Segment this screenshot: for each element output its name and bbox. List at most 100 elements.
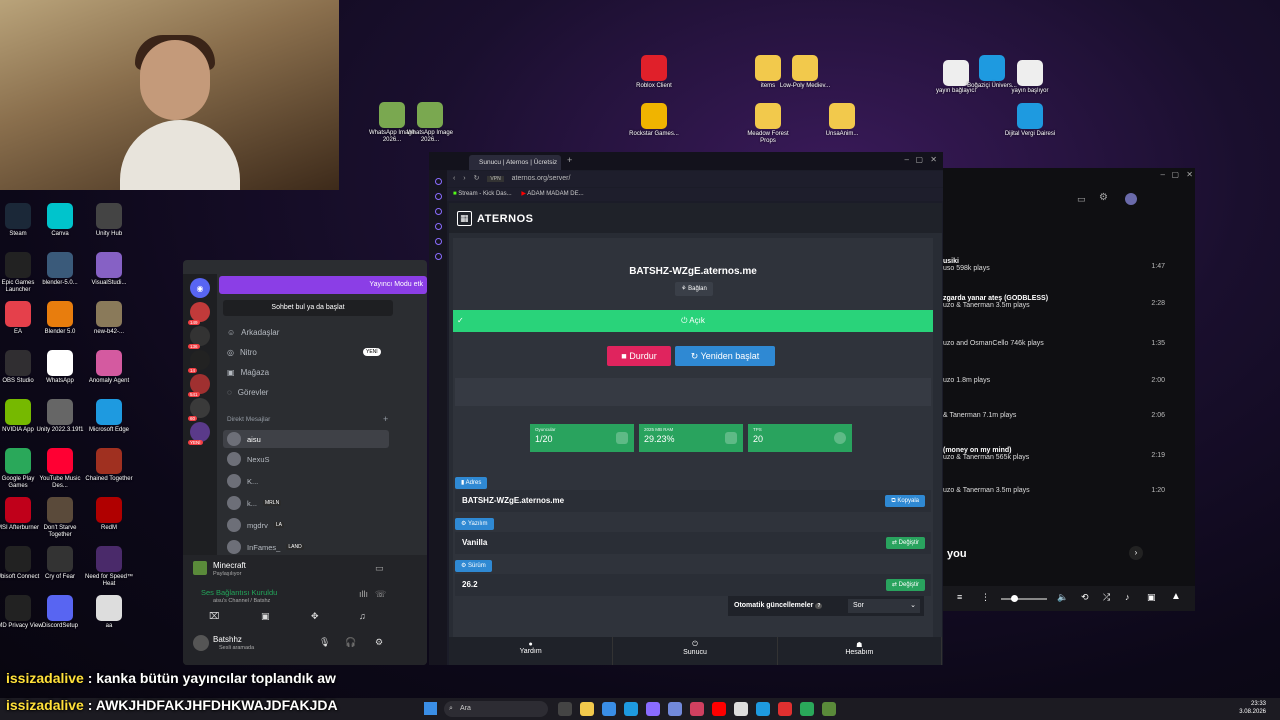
taskbar-clock[interactable]: 23:33 3.08.2026 — [1239, 700, 1266, 716]
desktop-icon[interactable]: Dijital Vergi Dairesi — [1004, 103, 1056, 138]
shuffle-icon[interactable]: ⤮ — [1103, 592, 1110, 603]
desktop-icon[interactable]: Chained Together — [83, 448, 135, 483]
sidebar-icon[interactable] — [434, 208, 442, 215]
nav-quests[interactable]: ◌ Görevler — [227, 388, 268, 397]
speaker-icon[interactable]: 🔈 — [1057, 592, 1068, 603]
desktop-icon[interactable]: yayın başlıyor — [1004, 60, 1056, 95]
desktop-icon[interactable]: Need for Speed™ Heat — [83, 546, 135, 588]
nav-help[interactable]: ● Yardım — [449, 637, 614, 665]
expand-icon[interactable]: ▲ — [1171, 591, 1181, 602]
desktop-icon[interactable]: Canva — [34, 203, 86, 238]
discord-server-icon[interactable]: 541 — [188, 374, 210, 397]
copy-button[interactable]: ⧉ Kopyala — [885, 495, 925, 507]
nav-friends[interactable]: ☺ Arkadaşlar — [227, 328, 279, 337]
start-icon[interactable] — [424, 702, 437, 715]
ram-stat[interactable]: 2025 MB RAM 29.23% — [639, 424, 743, 452]
help-icon[interactable]: ? — [815, 603, 823, 609]
repeat-icon[interactable]: ⟲ — [1081, 592, 1089, 603]
taskbar-app-icon[interactable] — [756, 702, 770, 716]
desktop-icon[interactable]: YouTube Music Des... — [34, 448, 86, 490]
song-row[interactable]: zgarda yanar ateş (GODBLESS) uzo & Tanerm… — [943, 295, 1185, 309]
headset-icon[interactable]: 🎧 — [345, 637, 356, 648]
reload-icon[interactable]: ↻ — [474, 175, 480, 182]
activities-icon[interactable]: ✥ — [311, 611, 319, 622]
desktop-icon[interactable]: Blender 5.0 — [34, 301, 86, 336]
players-stat[interactable]: Oyuncular 1/20 — [530, 424, 634, 452]
change-software-button[interactable]: ⇄ Değiştir — [885, 537, 925, 549]
url-text[interactable]: aternos.org/server/ — [512, 175, 571, 182]
discord-server-icon[interactable]: 136 — [188, 326, 210, 349]
desktop-icon[interactable]: Low-Poly Mediev... — [779, 55, 831, 90]
song-row[interactable]: (money on my mind) uzo & Tanerman 565k pl… — [943, 447, 1185, 461]
taskbar-app-icon[interactable] — [822, 702, 836, 716]
avatar[interactable] — [193, 635, 209, 651]
new-tab-icon[interactable]: + — [567, 155, 572, 165]
discord-home-icon[interactable]: ◉ — [190, 278, 210, 298]
sidebar-icon[interactable] — [434, 223, 442, 230]
desktop-icon[interactable]: Rockstar Games... — [628, 103, 680, 138]
miniplayer-icon[interactable]: ▣ — [1147, 592, 1156, 603]
desktop-icon[interactable]: Unity Hub — [83, 203, 135, 238]
close-icon[interactable]: ✕ — [1186, 170, 1193, 179]
desktop-icon[interactable]: Don't Starve Together — [34, 497, 86, 539]
desktop-icon[interactable]: Unity 2022.3.19f1 — [34, 399, 86, 434]
address-bar[interactable]: ‹ › ↻ VPN aternos.org/server/ — [447, 171, 943, 187]
dm-item[interactable]: NexuS — [227, 452, 270, 466]
disconnect-icon[interactable]: ☏ — [375, 589, 386, 600]
nav-account[interactable]: ☗ Hesabım — [778, 637, 942, 665]
back-icon[interactable]: ‹ — [453, 175, 455, 182]
maximize-icon[interactable]: ▢ — [915, 155, 923, 164]
avatar[interactable] — [1125, 193, 1137, 205]
desktop-icon[interactable]: new-b42-... — [83, 301, 135, 336]
taskbar-app-icon[interactable] — [646, 702, 660, 716]
add-dm-icon[interactable]: + — [383, 414, 388, 424]
desktop-icon[interactable]: Anomaly Agent — [83, 350, 135, 385]
dm-item[interactable]: mgdrv LA — [227, 518, 284, 532]
dm-item[interactable]: aisu — [223, 430, 389, 448]
desktop-icon[interactable]: Meadow Forest Props — [742, 103, 794, 145]
taskbar-app-icon[interactable] — [734, 702, 748, 716]
desktop-icon[interactable]: UnsaAnim... — [816, 103, 868, 138]
auto-update-select[interactable]: Sor ⌄ — [848, 599, 920, 613]
more-icon[interactable]: ⋮ — [981, 592, 990, 603]
maximize-icon[interactable]: ▢ — [1171, 170, 1179, 179]
song-row[interactable]: uzo and OsmanCello 746k plays 1:35 — [943, 340, 1185, 347]
taskbar-app-icon[interactable] — [602, 702, 616, 716]
bookmark-1[interactable]: Stream - Kick Das... — [458, 191, 511, 197]
taskbar-app-icon[interactable] — [624, 702, 638, 716]
sidebar-icon[interactable] — [434, 193, 442, 200]
taskbar-search-input[interactable]: ⌕ Ara — [444, 701, 548, 717]
discord-server-icon[interactable]: YENİ — [188, 422, 210, 445]
gear-icon[interactable]: ⚙ — [1099, 192, 1108, 203]
taskbar-app-icon[interactable] — [690, 702, 704, 716]
desktop-icon[interactable]: RedM — [83, 497, 135, 532]
sidebar-icon[interactable] — [434, 253, 442, 260]
settings-gear-icon[interactable]: ⚙ — [375, 637, 383, 648]
stop-button[interactable]: ■ Durdur — [607, 346, 671, 366]
sidebar-icon[interactable] — [434, 178, 442, 185]
nav-nitro[interactable]: ◎ Nitro — [227, 348, 257, 357]
discord-server-icon[interactable]: 149 — [188, 302, 210, 325]
taskbar-app-icon[interactable] — [668, 702, 682, 716]
desktop-icon[interactable]: DiscordSetup — [34, 595, 86, 630]
song-row[interactable]: usiki uso 598k plays 1:47 — [943, 258, 1185, 272]
screen-share-icon[interactable]: ▭ — [375, 563, 384, 574]
tab-aternos[interactable]: Sunucu | Aternos | Ücretsiz — [469, 155, 561, 170]
volume-handle[interactable] — [1011, 595, 1018, 602]
cast-icon[interactable]: ▭ — [1077, 194, 1086, 205]
connect-button[interactable]: ⚘ Bağlan — [675, 282, 713, 296]
desktop-icon[interactable]: Microsoft Edge — [83, 399, 135, 434]
dm-item[interactable]: K... — [227, 474, 258, 488]
song-row[interactable]: uzo 1.8m plays 2:00 — [943, 377, 1185, 384]
lyrics-icon[interactable]: ♪ — [1125, 592, 1130, 602]
discord-server-icon[interactable]: 14 — [188, 350, 210, 373]
camera-off-icon[interactable]: ⌧ — [209, 611, 219, 622]
screen-icon[interactable]: ▣ — [261, 611, 270, 622]
song-row[interactable]: & Tanerman 7.1m plays 2:06 — [943, 412, 1185, 419]
taskbar-app-icon[interactable] — [800, 702, 814, 716]
minimize-icon[interactable]: – — [1161, 170, 1165, 179]
queue-icon[interactable]: ≡ — [957, 592, 962, 602]
volume-slider[interactable] — [1001, 598, 1047, 600]
taskbar-app-icon[interactable] — [558, 702, 572, 716]
tps-stat[interactable]: TPS 20 — [748, 424, 852, 452]
